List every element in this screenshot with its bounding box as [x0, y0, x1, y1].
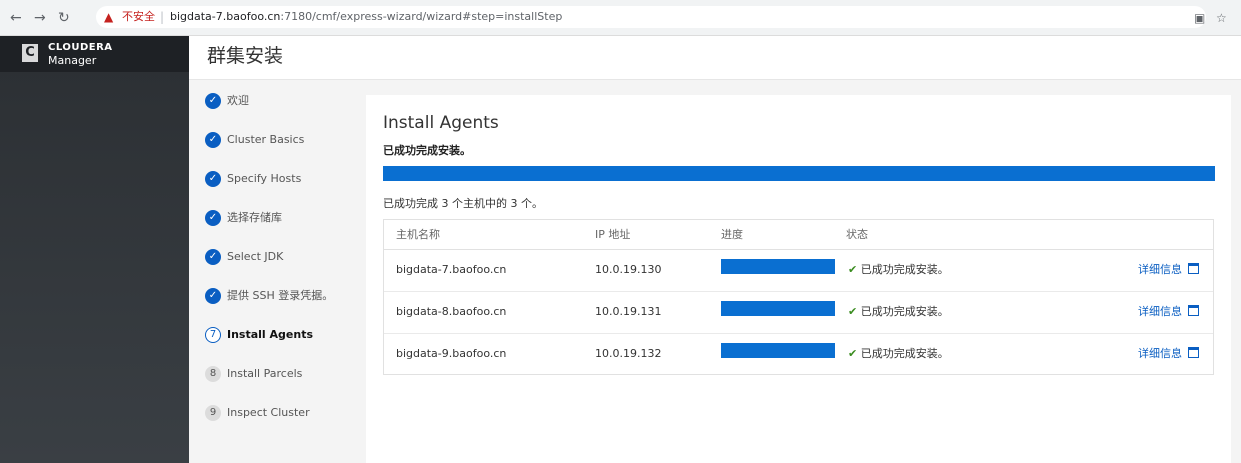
- step-check-icon: ✓: [205, 132, 221, 148]
- step-check-icon: ✓: [205, 249, 221, 265]
- step-label: Install Agents: [227, 328, 314, 341]
- logo-product-text: Manager: [48, 54, 97, 67]
- checkmark-icon: ✔: [848, 347, 858, 360]
- install-agents-panel: Install Agents 已成功完成安装。 已成功完成 3 个主机中的 3 …: [366, 95, 1231, 463]
- overall-progress-fill: [383, 166, 1215, 181]
- reload-icon[interactable]: ↻: [58, 9, 70, 27]
- host-ip: 10.0.19.132: [595, 347, 662, 360]
- table-header: 主机名称 IP 地址 进度 状态: [384, 220, 1213, 250]
- details-link-text: 详细信息: [1138, 263, 1182, 276]
- panel-title: Install Agents: [383, 113, 499, 133]
- step-label: Install Parcels: [227, 367, 303, 380]
- step-label: Select JDK: [227, 250, 284, 263]
- host-progress-bar: [721, 343, 835, 358]
- window-icon: [1188, 347, 1199, 358]
- url-separator: |: [160, 10, 165, 24]
- host-progress-fill: [721, 301, 835, 316]
- checkmark-icon: ✔: [848, 263, 858, 276]
- host-status: ✔ 已成功完成安装。: [848, 263, 949, 277]
- host-name: bigdata-9.baofoo.cn: [396, 347, 507, 360]
- step-label: Cluster Basics: [227, 133, 305, 146]
- step-check-icon: ✓: [205, 210, 221, 226]
- details-link[interactable]: 详细信息: [1138, 305, 1199, 319]
- host-name: bigdata-7.baofoo.cn: [396, 263, 507, 276]
- install-summary-text: 已成功完成 3 个主机中的 3 个。: [383, 197, 543, 210]
- details-link[interactable]: 详细信息: [1138, 263, 1199, 277]
- bookmark-star-icon[interactable]: ☆: [1216, 10, 1227, 26]
- overall-progress-bar: [383, 166, 1215, 181]
- forward-arrow-icon[interactable]: →: [34, 9, 46, 27]
- host-status-text: 已成功完成安装。: [860, 305, 949, 318]
- step-number-icon: 8: [205, 366, 221, 382]
- host-ip: 10.0.19.131: [595, 305, 662, 318]
- host-status: ✔ 已成功完成安装。: [848, 347, 949, 361]
- browser-toolbar: ← → ↻ ▲ 不安全 | bigdata-7.baofoo.cn:7180/c…: [0, 0, 1241, 36]
- host-progress-fill: [721, 343, 835, 358]
- step-check-icon: ✓: [205, 93, 221, 109]
- host-status-text: 已成功完成安装。: [860, 263, 949, 276]
- cloudera-logo[interactable]: C CLOUDERA Manager: [0, 36, 189, 72]
- table-row: bigdata-7.baofoo.cn 10.0.19.130 ✔ 已成功完成安…: [384, 249, 1213, 292]
- translate-icon[interactable]: ▣: [1194, 10, 1205, 26]
- install-status-text: 已成功完成安装。: [383, 144, 471, 157]
- host-name: bigdata-8.baofoo.cn: [396, 305, 507, 318]
- step-check-icon: ✓: [205, 288, 221, 304]
- step-number-icon: 9: [205, 405, 221, 421]
- address-bar[interactable]: ▲ 不安全 | bigdata-7.baofoo.cn:7180/cmf/exp…: [96, 6, 1206, 28]
- url-host: bigdata-7.baofoo.cn: [170, 10, 281, 23]
- details-link[interactable]: 详细信息: [1138, 347, 1199, 361]
- page-title: 群集安装: [207, 45, 284, 67]
- step-label: Specify Hosts: [227, 172, 302, 185]
- step-label: Inspect Cluster: [227, 406, 310, 419]
- details-link-text: 详细信息: [1138, 347, 1182, 360]
- host-progress-bar: [721, 301, 835, 316]
- url-path: :7180/cmf/express-wizard/wizard#step=ins…: [280, 10, 563, 23]
- column-header-progress: 进度: [721, 228, 743, 241]
- column-header-status: 状态: [846, 228, 868, 241]
- host-status-text: 已成功完成安装。: [860, 347, 949, 360]
- security-label: 不安全: [122, 10, 155, 23]
- host-progress-bar: [721, 259, 835, 274]
- step-number-icon: 7: [205, 327, 221, 343]
- checkmark-icon: ✔: [848, 305, 858, 318]
- hosts-table: 主机名称 IP 地址 进度 状态 bigdata-7.baofoo.cn 10.…: [383, 219, 1214, 375]
- table-row: bigdata-8.baofoo.cn 10.0.19.131 ✔ 已成功完成安…: [384, 291, 1213, 334]
- table-row: bigdata-9.baofoo.cn 10.0.19.132 ✔ 已成功完成安…: [384, 333, 1213, 375]
- back-arrow-icon[interactable]: ←: [10, 9, 22, 27]
- step-label: 选择存储库: [227, 211, 282, 224]
- cloudera-mark-icon: C: [22, 44, 38, 62]
- sidebar: C CLOUDERA Manager: [0, 36, 189, 463]
- step-label: 欢迎: [227, 94, 249, 107]
- warning-icon: ▲: [104, 10, 114, 24]
- logo-brand-text: CLOUDERA: [48, 42, 113, 53]
- step-label: 提供 SSH 登录凭据。: [227, 289, 334, 302]
- window-icon: [1188, 263, 1199, 274]
- column-header-ip: IP 地址: [595, 228, 631, 241]
- details-link-text: 详细信息: [1138, 305, 1182, 318]
- host-ip: 10.0.19.130: [595, 263, 662, 276]
- host-progress-fill: [721, 259, 835, 274]
- url-text: bigdata-7.baofoo.cn:7180/cmf/express-wiz…: [170, 10, 562, 24]
- step-check-icon: ✓: [205, 171, 221, 187]
- wizard-steps: ✓ 欢迎 ✓ Cluster Basics ✓ Specify Hosts ✓ …: [189, 80, 366, 463]
- host-status: ✔ 已成功完成安装。: [848, 305, 949, 319]
- window-icon: [1188, 305, 1199, 316]
- column-header-host: 主机名称: [396, 228, 440, 241]
